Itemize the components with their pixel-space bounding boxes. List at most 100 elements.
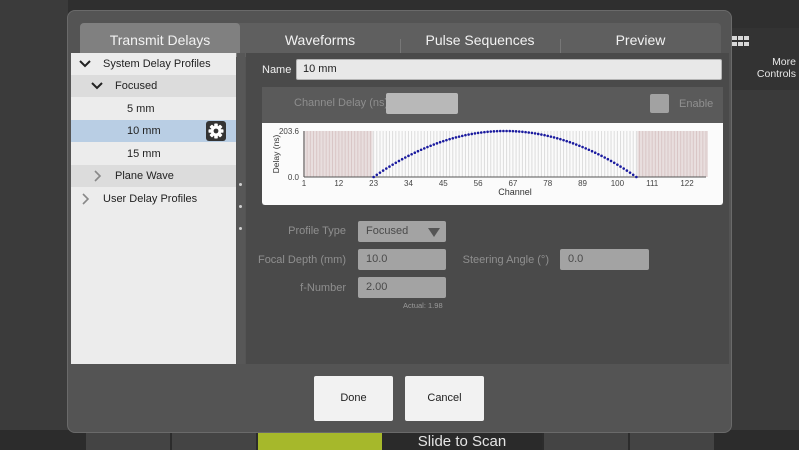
name-input[interactable]: 10 mm: [296, 59, 722, 80]
tree-item-plane-wave[interactable]: Plane Wave: [71, 165, 236, 187]
tree-item-user-delay-profiles[interactable]: User Delay Profiles: [71, 188, 236, 210]
delay-point: [381, 169, 385, 172]
enable-label: Enable: [679, 98, 714, 110]
delay-point: [511, 129, 515, 133]
background-button[interactable]: [86, 432, 170, 450]
name-label: Name: [262, 64, 292, 76]
delay-point: [533, 132, 537, 135]
delay-point: [419, 148, 423, 152]
background-button[interactable]: [172, 432, 256, 450]
profile-type-label: Profile Type: [288, 225, 346, 237]
delay-point: [527, 131, 531, 134]
delay-point: [600, 154, 603, 158]
tree-item-focused[interactable]: Focused: [71, 75, 236, 97]
inactive-region: [637, 131, 708, 177]
tab-preview[interactable]: Preview: [560, 23, 721, 57]
tree-item-label: System Delay Profiles: [103, 58, 211, 70]
delay-point: [574, 143, 578, 146]
cancel-button[interactable]: Cancel: [405, 376, 484, 421]
profile-settings-button[interactable]: [206, 121, 226, 141]
delay-point: [524, 130, 527, 134]
delay-point: [378, 171, 382, 174]
tree-item-system-delay-profiles[interactable]: System Delay Profiles: [71, 53, 236, 75]
delay-point: [597, 152, 600, 156]
delay-point: [581, 145, 584, 149]
x-tick-label: 111: [646, 179, 659, 188]
chevron-down-icon: [79, 60, 91, 68]
y-tick-label: 0.0: [288, 173, 300, 182]
tab-bar: Transmit Delays Waveforms Pulse Sequence…: [80, 23, 721, 57]
panel-splitter[interactable]: [237, 53, 245, 364]
delay-point: [407, 154, 410, 158]
delay-point: [508, 129, 512, 133]
tab-waveforms[interactable]: Waveforms: [240, 23, 400, 57]
delay-point: [495, 129, 499, 133]
steering-angle-label: Steering Angle (°): [462, 254, 549, 266]
delay-point: [625, 169, 629, 172]
delay-point: [578, 144, 581, 148]
delay-point: [593, 151, 597, 154]
delay-point: [565, 139, 569, 143]
x-tick-label: 45: [439, 179, 448, 188]
delay-point: [584, 147, 588, 150]
chevron-down-icon: [428, 228, 440, 237]
delay-point: [622, 167, 626, 170]
steering-angle-input[interactable]: 0.0: [560, 249, 649, 270]
delay-point: [372, 175, 375, 179]
delay-point: [470, 132, 474, 136]
delay-point: [413, 151, 417, 154]
delay-point: [451, 136, 455, 140]
tree-item-label: User Delay Profiles: [103, 193, 198, 205]
x-tick-label: 56: [474, 179, 483, 188]
freeze-button[interactable]: [258, 432, 382, 450]
profile-type-dropdown[interactable]: Focused: [358, 221, 446, 242]
tree-item-15mm[interactable]: 15 mm: [71, 143, 236, 165]
delay-point: [391, 163, 394, 166]
tree-item-10mm[interactable]: 10 mm: [71, 120, 236, 142]
delay-point: [384, 167, 388, 170]
x-tick-label: 12: [334, 179, 343, 188]
f-number-label: f-Number: [300, 282, 346, 294]
delay-point: [464, 133, 467, 137]
tree-item-label: 5 mm: [127, 103, 155, 115]
delay-point: [628, 171, 632, 174]
tab-transmit-delays[interactable]: Transmit Delays: [80, 23, 240, 57]
background-left-panel: [0, 0, 68, 450]
delay-point: [483, 130, 486, 134]
delay-point: [435, 142, 439, 145]
delay-point: [448, 137, 451, 141]
tree-item-5mm[interactable]: 5 mm: [71, 98, 236, 120]
delay-point: [375, 173, 379, 177]
delay-point: [543, 133, 546, 137]
delay-point: [505, 129, 508, 133]
delay-point: [422, 147, 426, 150]
chevron-down-icon: [91, 82, 103, 90]
enable-checkbox[interactable]: [650, 94, 669, 113]
channel-delay-input[interactable]: [386, 93, 458, 114]
tree-item-label: 15 mm: [127, 148, 161, 160]
x-tick-label: 1: [302, 179, 307, 188]
delay-point: [457, 135, 461, 138]
more-controls[interactable]: More Controls: [732, 36, 798, 80]
background-button[interactable]: [630, 432, 714, 450]
delay-point: [552, 136, 556, 139]
delay-chart: 203.6 0.0 1 12 23 34 45 56 67 78 89 100 111 122 Channe…: [262, 123, 723, 205]
delay-point: [492, 130, 496, 133]
delay-point: [631, 173, 635, 177]
delay-point: [609, 159, 613, 163]
delay-point: [489, 130, 493, 133]
delay-point: [568, 140, 572, 144]
background-button[interactable]: [544, 432, 628, 450]
delay-point: [429, 144, 432, 148]
focal-depth-input[interactable]: 10.0: [358, 249, 446, 270]
delay-point: [473, 132, 477, 135]
profile-editor: Name 10 mm Channel Delay (ns) Enable 203…: [246, 53, 729, 364]
tab-pulse-sequences[interactable]: Pulse Sequences: [400, 23, 560, 57]
delay-point: [562, 138, 565, 142]
delay-point: [432, 143, 436, 146]
x-tick-label: 100: [611, 179, 625, 188]
f-number-input[interactable]: 2.00: [358, 277, 446, 298]
done-button[interactable]: Done: [314, 376, 393, 421]
slide-to-scan[interactable]: Slide to Scan: [382, 432, 542, 450]
delay-point: [486, 130, 489, 134]
